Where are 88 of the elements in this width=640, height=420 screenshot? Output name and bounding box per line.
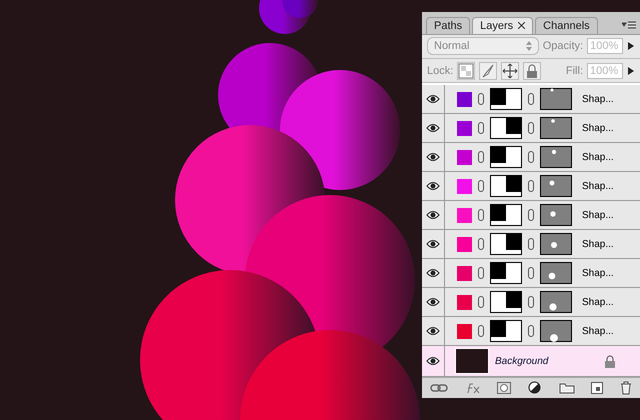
slider-arrow-icon[interactable]	[627, 42, 635, 50]
mask-thumbnail	[490, 117, 522, 140]
layer-name: Shap...	[582, 210, 614, 221]
layer-row[interactable]: Shap...	[422, 259, 640, 288]
layer-row[interactable]: Shap...	[422, 172, 640, 202]
layer-name: Shap...	[582, 296, 614, 308]
mask-thumbnail	[490, 204, 522, 226]
panel-tab[interactable]: Paths	[426, 16, 470, 34]
eye-icon[interactable]	[426, 356, 440, 366]
lock-transparency-icon[interactable]	[457, 62, 476, 80]
mask-thumbnail	[490, 291, 522, 314]
link-icon	[478, 151, 484, 164]
adjustment-icon[interactable]	[528, 381, 542, 396]
opacity-label: Opacity:	[542, 40, 584, 52]
folder-icon[interactable]	[558, 382, 575, 394]
panel-tab[interactable]: Channels	[535, 16, 598, 34]
mask-thumbnail	[490, 88, 522, 110]
eye-icon[interactable]	[426, 326, 440, 336]
mask-thumbnail	[490, 262, 522, 284]
link-icon	[528, 238, 534, 250]
eye-icon[interactable]	[426, 123, 440, 134]
link-icon	[528, 93, 534, 106]
up-down-arrows-icon	[526, 41, 532, 52]
eye-icon[interactable]	[426, 94, 440, 104]
move-icon[interactable]	[501, 62, 520, 80]
eye-icon[interactable]	[426, 181, 440, 192]
link-icon	[528, 122, 534, 134]
panel-menu-icon[interactable]	[622, 20, 636, 30]
link-icon	[478, 122, 484, 134]
link-icon	[478, 267, 484, 280]
lock-label: Lock:	[427, 64, 454, 77]
eye-icon[interactable]	[426, 152, 440, 162]
link-icon	[478, 93, 484, 106]
link-icon	[478, 296, 484, 308]
shape-thumbnail	[540, 175, 572, 198]
shape-thumbnail	[540, 291, 572, 314]
eye-icon[interactable]	[426, 210, 440, 220]
layer-name: Shap...	[582, 94, 614, 105]
mask-thumbnail	[490, 175, 522, 198]
layer-name: Shap...	[582, 152, 614, 163]
lock-icon[interactable]	[523, 62, 542, 80]
trash-icon[interactable]	[620, 381, 632, 396]
new-layer-icon[interactable]	[591, 382, 604, 394]
brush-icon[interactable]	[479, 62, 498, 80]
eye-icon[interactable]	[426, 239, 440, 250]
layer-row[interactable]: Shap...	[422, 317, 640, 346]
shape-thumbnail	[540, 262, 572, 284]
link-icon	[478, 209, 484, 222]
layer-name: Background	[495, 356, 548, 367]
close-icon[interactable]	[518, 22, 526, 29]
layer-row[interactable]: Background	[422, 346, 640, 378]
eye-icon[interactable]	[426, 297, 440, 308]
eye-icon[interactable]	[426, 268, 440, 278]
layer-name: Shap...	[582, 238, 614, 250]
effects-icon[interactable]	[464, 382, 481, 394]
shape-thumbnail	[540, 320, 572, 342]
fill-label: Fill:	[566, 64, 583, 77]
link-icon	[528, 267, 534, 280]
layer-name: Shap...	[582, 326, 614, 337]
mask-icon[interactable]	[497, 382, 512, 394]
link-icon	[528, 325, 534, 338]
shape-thumbnail	[540, 117, 572, 140]
panel-tab[interactable]: Layers	[472, 16, 534, 34]
link-icon	[528, 180, 534, 192]
shape-thumbnail	[540, 204, 572, 226]
link-icon	[528, 296, 534, 308]
layer-row[interactable]: Shap...	[422, 230, 640, 260]
link-icon	[478, 325, 484, 338]
layer-row[interactable]: Shap...	[422, 201, 640, 230]
link-icon	[478, 180, 484, 192]
layer-row[interactable]: Shap...	[422, 143, 640, 172]
link-icon	[528, 151, 534, 164]
layer-row[interactable]: Shap...	[422, 288, 640, 318]
layer-name: Shap...	[582, 122, 614, 134]
layer-row[interactable]: Shap...	[422, 114, 640, 144]
shape-thumbnail	[540, 88, 572, 110]
link-icon	[478, 238, 484, 250]
layer-row[interactable]: Shap...	[422, 85, 640, 114]
layer-name: Shap...	[582, 180, 614, 192]
link-icon	[528, 209, 534, 222]
shape-thumbnail	[540, 233, 572, 256]
mask-thumbnail	[490, 233, 522, 256]
shape-thumbnail	[540, 146, 572, 168]
link-icon[interactable]	[430, 383, 448, 394]
slider-arrow-icon[interactable]	[627, 66, 635, 75]
mask-thumbnail	[490, 146, 522, 168]
mask-thumbnail	[490, 320, 522, 342]
layer-name: Shap...	[582, 268, 614, 279]
